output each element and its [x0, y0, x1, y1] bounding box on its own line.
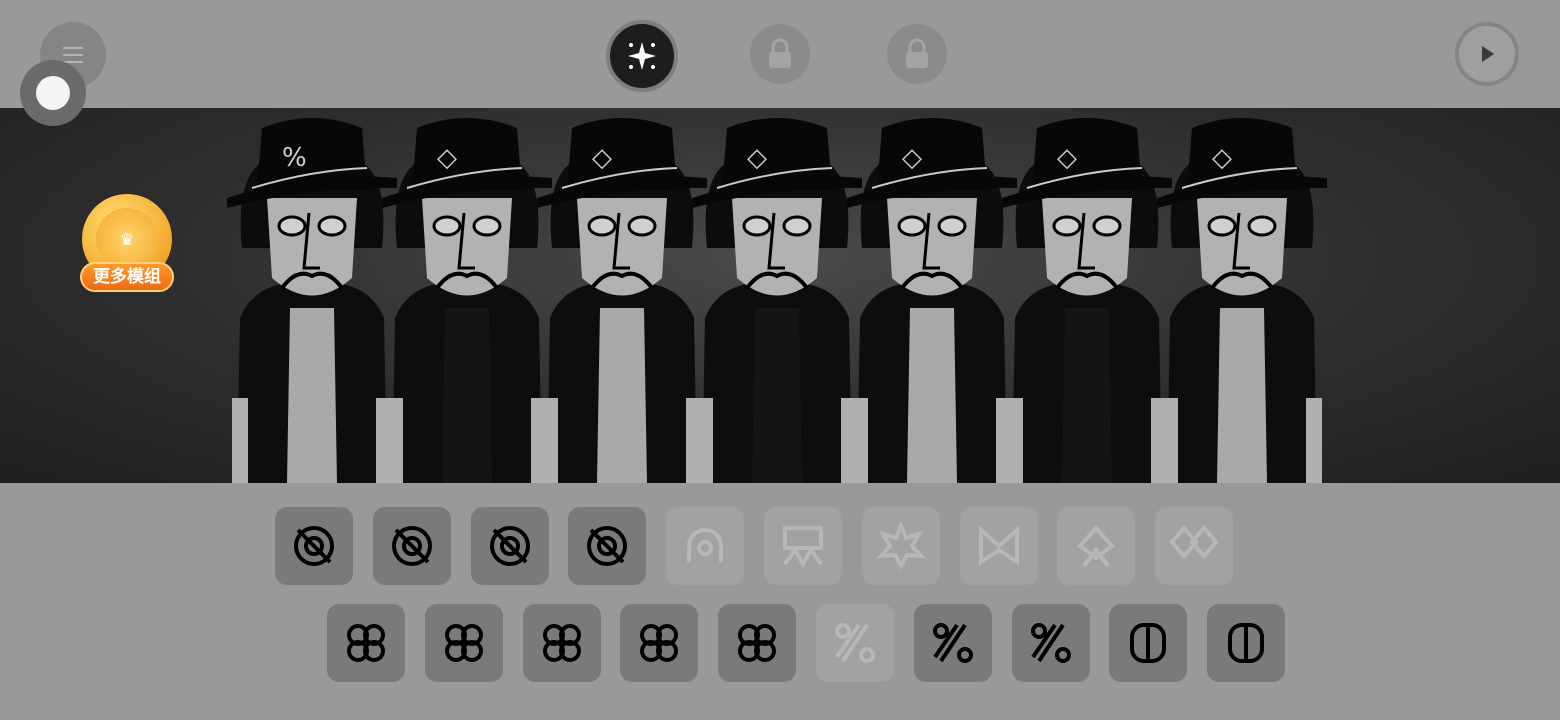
sound-tile-voice-1[interactable]	[1109, 604, 1188, 682]
locked-bonus-button-2[interactable]	[887, 24, 947, 84]
character-5[interactable]: ◇	[847, 118, 1017, 483]
characters-svg: % ◇ ◇ ◇ ◇ ◇ ◇	[227, 118, 1327, 483]
sound-tile-clover-3[interactable]	[522, 604, 601, 682]
diamond-triangle-icon	[1077, 524, 1116, 568]
clover-3-icon	[542, 624, 581, 662]
character-stage: % ◇ ◇ ◇ ◇ ◇ ◇	[0, 108, 1560, 483]
sound-tile-clover-5[interactable]	[718, 604, 797, 682]
hat-symbol: ◇	[1057, 143, 1077, 173]
menu-icon	[63, 47, 83, 63]
beats-2-icon	[391, 526, 432, 566]
lock-icon	[906, 38, 928, 68]
lock-icon	[769, 38, 791, 68]
hat-symbol: ◇	[902, 143, 922, 173]
arch-icon	[687, 528, 724, 562]
percent-1-icon	[835, 623, 875, 663]
hat-symbol: ◇	[1212, 143, 1232, 173]
play-button[interactable]	[1455, 22, 1519, 86]
bow-icon	[978, 525, 1019, 566]
percent-3-icon	[1030, 623, 1071, 663]
sound-tile-arch[interactable]	[666, 507, 745, 585]
sound-tile-bow[interactable]	[959, 507, 1038, 585]
floating-ball-dot	[36, 76, 70, 110]
floating-assistive-ball[interactable]	[20, 60, 86, 126]
more-mods-label: 更多模组	[80, 262, 174, 292]
sound-tile-percent-2[interactable]	[913, 604, 992, 682]
sound-tile-diamond-triangle[interactable]	[1057, 507, 1136, 585]
beats-3-icon	[489, 526, 530, 566]
sound-tile-percent-3[interactable]	[1011, 604, 1090, 682]
hat-symbol: %	[282, 143, 307, 173]
clover-1-icon	[347, 624, 385, 662]
crown-icon: ♛	[96, 208, 158, 270]
sound-tile-starburst[interactable]	[861, 507, 940, 585]
voice-1-icon	[1130, 623, 1167, 663]
percent-2-icon	[932, 623, 973, 663]
hat-symbol: ◇	[747, 143, 767, 173]
character-3[interactable]: ◇	[537, 118, 707, 483]
clover-4-icon	[640, 624, 679, 662]
clover-5-icon	[738, 624, 777, 662]
voice-2-icon	[1228, 623, 1265, 663]
sound-tile-beats-2[interactable]	[372, 507, 451, 585]
sparkle-icon	[628, 42, 656, 70]
character-1[interactable]: %	[227, 118, 397, 483]
character-6[interactable]: ◇	[1002, 118, 1172, 483]
sound-tile-beats-1[interactable]	[275, 507, 353, 585]
starburst-icon	[875, 520, 926, 571]
sound-tile-beats-4[interactable]	[568, 507, 647, 585]
sound-tile-clover-1[interactable]	[327, 604, 405, 682]
clover-2-icon	[444, 624, 483, 662]
character-2[interactable]: ◇	[382, 118, 552, 483]
bonus-button[interactable]	[606, 20, 678, 92]
character-7[interactable]: ◇	[1157, 118, 1327, 483]
sound-tile-flag[interactable]	[764, 507, 842, 585]
sound-tile-percent-1[interactable]	[816, 604, 894, 682]
hat-symbol: ◇	[437, 143, 457, 173]
hat-symbol: ◇	[592, 143, 612, 173]
flag-icon	[783, 526, 823, 569]
character-4[interactable]: ◇	[692, 118, 862, 483]
sound-tile-beats-3[interactable]	[470, 507, 549, 585]
play-icon	[1482, 46, 1494, 62]
double-diamond-icon	[1169, 524, 1219, 560]
more-mods-badge[interactable]: ♛ 更多模组	[80, 194, 174, 298]
beats-4-icon	[587, 526, 628, 566]
sound-tile-clover-4[interactable]	[620, 604, 699, 682]
locked-bonus-button-1[interactable]	[750, 24, 810, 84]
sound-tile-clover-2[interactable]	[424, 604, 503, 682]
sound-tile-double-diamond[interactable]	[1155, 507, 1234, 585]
beats-1-icon	[294, 526, 334, 566]
sound-tile-voice-2[interactable]	[1207, 604, 1286, 682]
